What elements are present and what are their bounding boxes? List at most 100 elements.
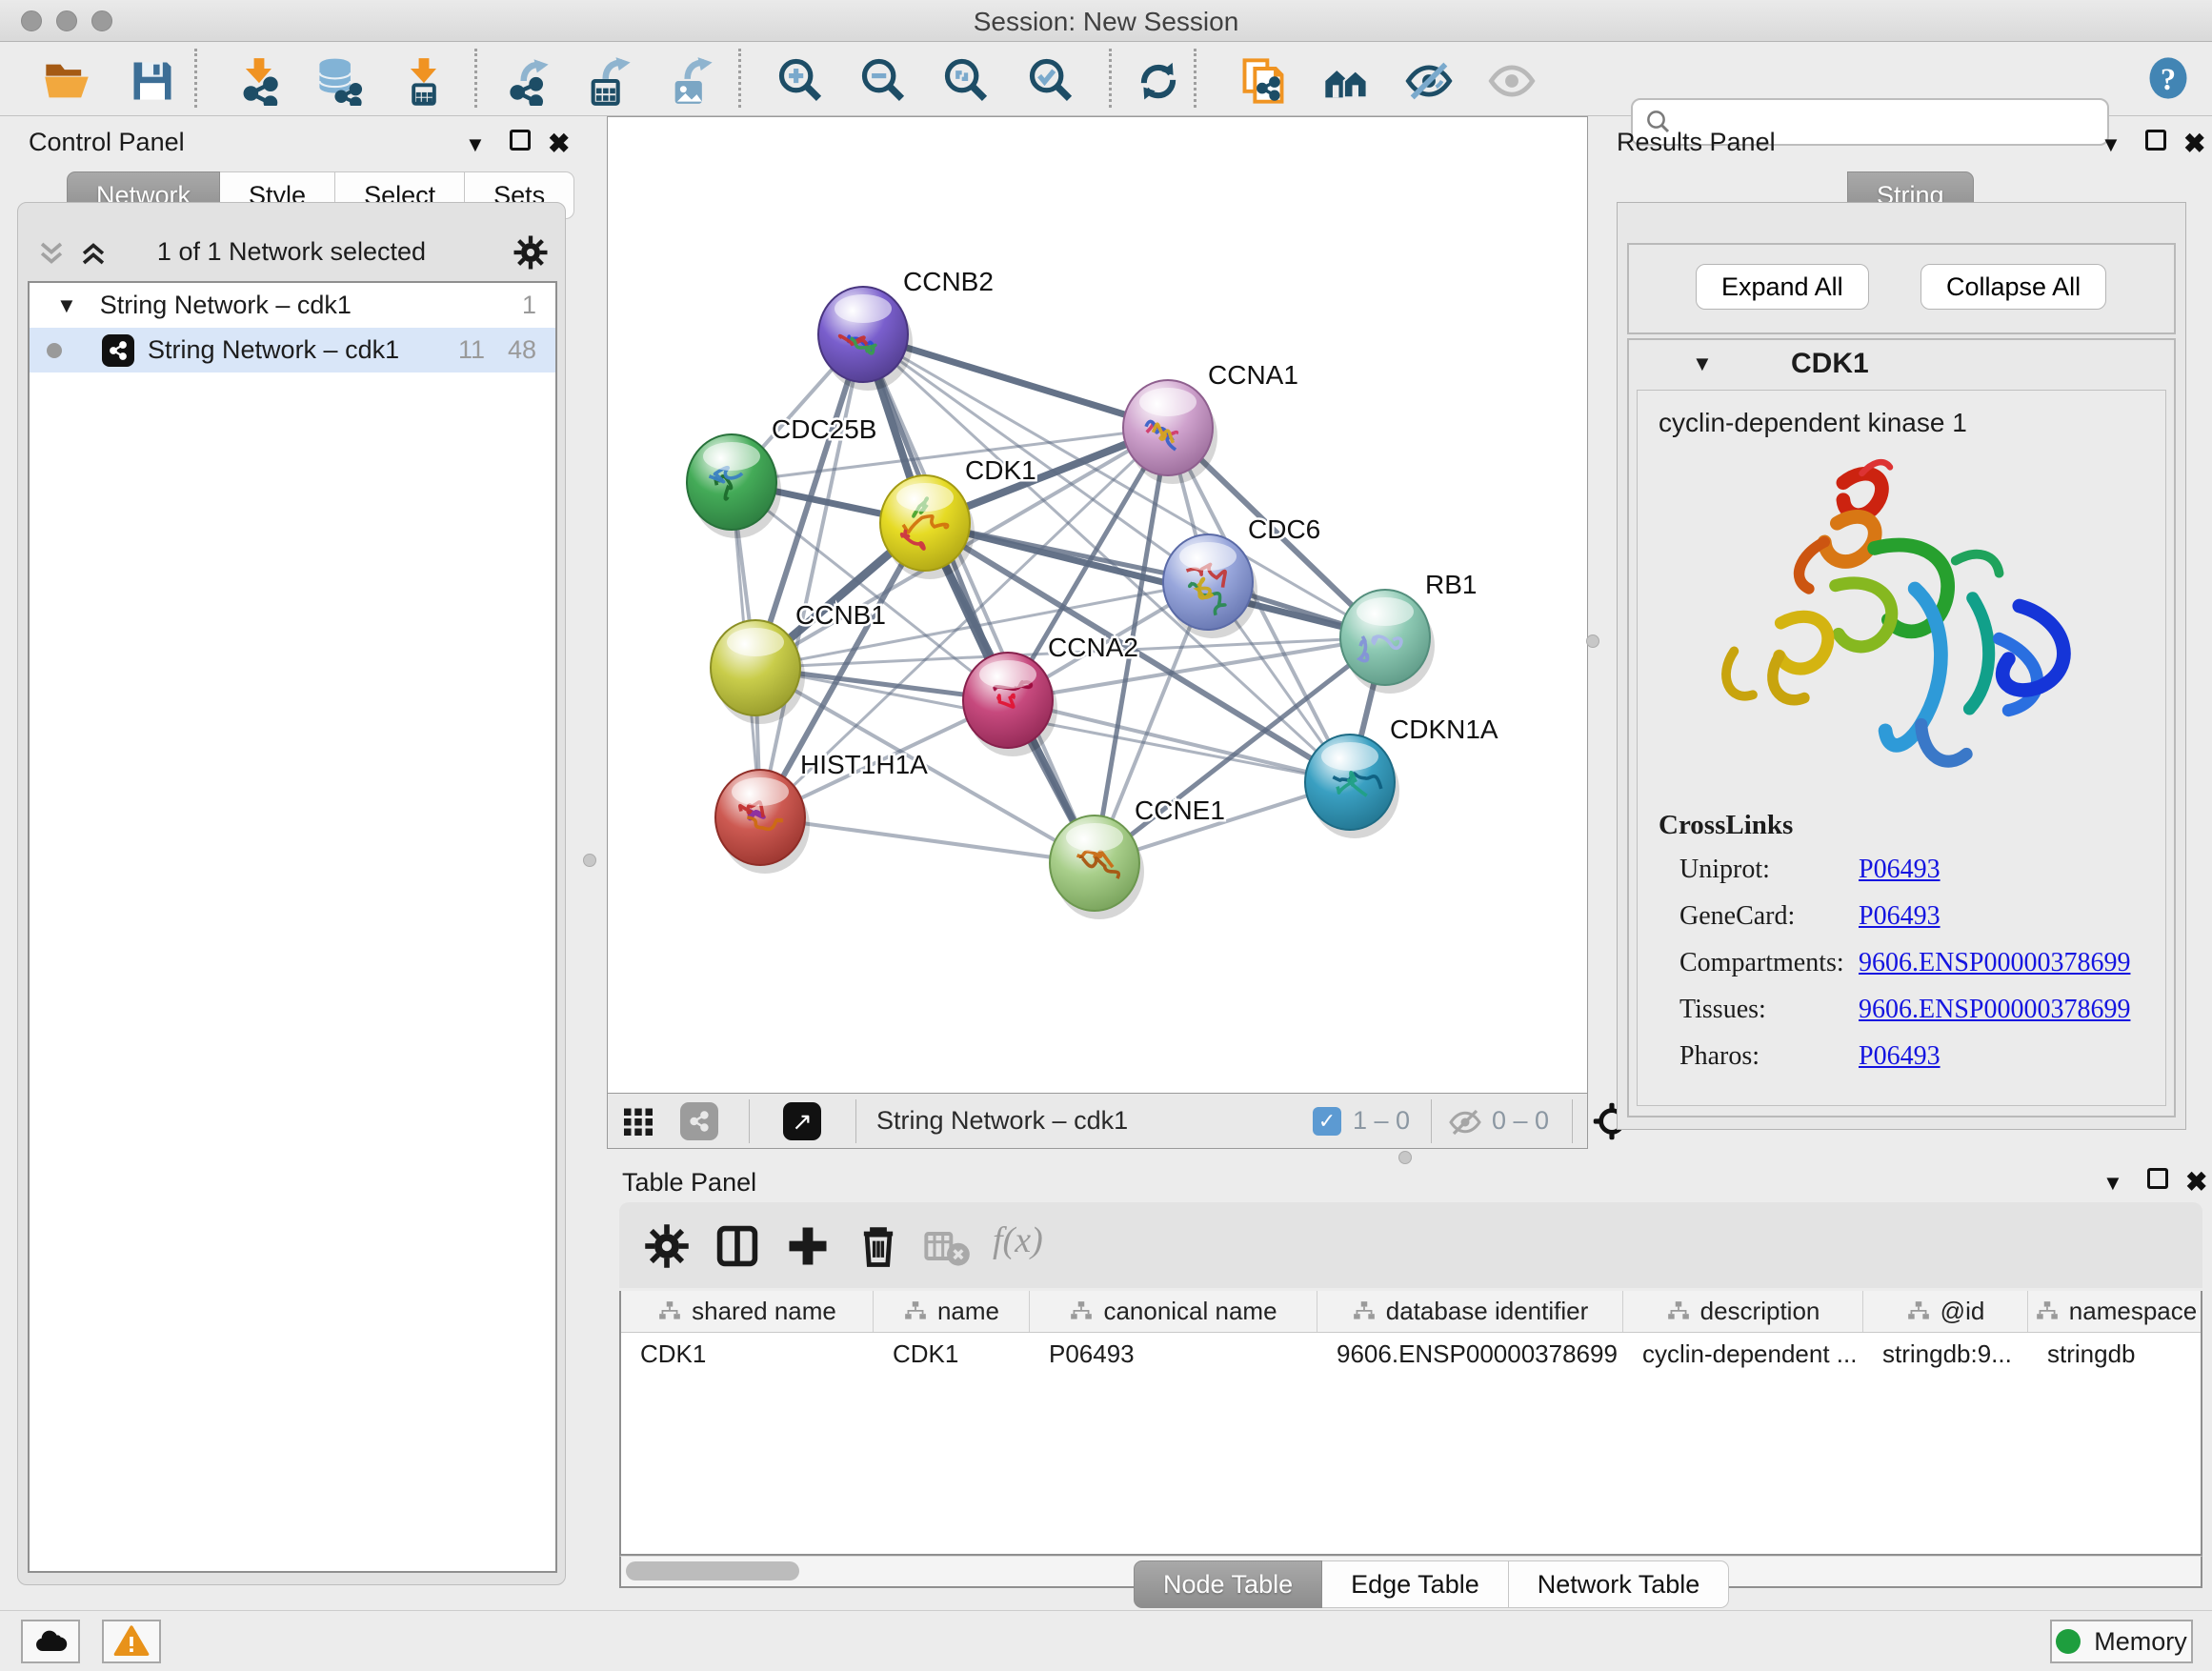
- column-header-name[interactable]: name: [874, 1291, 1030, 1332]
- help-button[interactable]: ?: [2143, 53, 2193, 103]
- selected-checkbox-icon[interactable]: ✓: [1313, 1107, 1341, 1136]
- zoom-selected-button[interactable]: [1026, 56, 1076, 106]
- crosslink-label: Tissues:: [1659, 995, 1859, 1025]
- network-share-icon[interactable]: [680, 1102, 718, 1140]
- network-collection-row[interactable]: ▼ String Network – cdk1 1: [30, 283, 555, 328]
- table-panel: Table Panel ▼ ✖ f(x) shared namenamecano…: [607, 1153, 2212, 1610]
- control-panel-maximize-button[interactable]: [510, 130, 531, 157]
- import-network-file-button[interactable]: [234, 56, 284, 106]
- results-panel-maximize-button[interactable]: [2145, 130, 2166, 157]
- column-header-description[interactable]: description: [1623, 1291, 1863, 1332]
- table-options-gear-icon[interactable]: [642, 1221, 692, 1271]
- crosslink-link[interactable]: 9606.ENSP00000378699: [1859, 995, 2130, 1025]
- export-image-button[interactable]: [667, 56, 716, 106]
- tree-expand-icon[interactable]: ▼: [56, 293, 77, 318]
- crosslink-row: Compartments:9606.ENSP00000378699: [1659, 948, 2154, 978]
- window-title: Session: New Session: [0, 7, 2212, 37]
- crosslink-link[interactable]: P06493: [1859, 901, 1941, 932]
- warnings-button[interactable]: [102, 1620, 161, 1663]
- results-panel-close-button[interactable]: ✖: [2183, 128, 2205, 159]
- memory-button[interactable]: Memory: [2050, 1620, 2193, 1663]
- clone-network-button[interactable]: [1238, 56, 1288, 106]
- export-table-button[interactable]: [585, 56, 634, 106]
- column-header-canonical-name[interactable]: canonical name: [1030, 1291, 1317, 1332]
- column-header-database-identifier[interactable]: database identifier: [1317, 1291, 1623, 1332]
- table-cell[interactable]: stringdb: [2028, 1333, 2202, 1375]
- memory-status-dot-icon: [2056, 1629, 2081, 1654]
- table-toolbar: f(x): [619, 1202, 2202, 1288]
- column-header-shared-name[interactable]: shared name: [621, 1291, 874, 1332]
- import-network-database-button[interactable]: [314, 56, 364, 106]
- entry-description: cyclin-dependent kinase 1: [1659, 408, 1967, 438]
- cloud-button[interactable]: [21, 1620, 80, 1663]
- collapse-all-button[interactable]: Collapse All: [1920, 264, 2106, 310]
- open-session-button[interactable]: [42, 56, 91, 106]
- table-cell[interactable]: CDK1: [874, 1333, 1030, 1375]
- node-label-CCNA2: CCNA2: [1048, 633, 1138, 662]
- tab-network-table[interactable]: Network Table: [1509, 1560, 1730, 1608]
- tab-node-table[interactable]: Node Table: [1134, 1560, 1322, 1608]
- function-builder-icon[interactable]: f(x): [993, 1219, 1043, 1261]
- refresh-button[interactable]: [1134, 56, 1183, 106]
- node-table: shared namenamecanonical namedatabase id…: [619, 1291, 2202, 1556]
- node-label-RB1: RB1: [1425, 570, 1477, 599]
- network-type-icon: [102, 334, 134, 367]
- table-cell[interactable]: CDK1: [621, 1333, 874, 1375]
- hide-selected-button[interactable]: [1404, 56, 1454, 106]
- left-splitter-handle[interactable]: [583, 854, 596, 867]
- show-all-button[interactable]: [1487, 56, 1537, 106]
- entry-gene-name: CDK1: [1791, 348, 1869, 380]
- table-cell[interactable]: stringdb:9...: [1863, 1333, 2028, 1375]
- import-table-button[interactable]: [399, 56, 449, 106]
- network-selected-count: 1 of 1 Network selected: [18, 237, 565, 267]
- crosslink-link[interactable]: P06493: [1859, 855, 1941, 885]
- save-session-button[interactable]: [128, 56, 177, 106]
- entry-collapse-icon[interactable]: ▼: [1692, 352, 1713, 376]
- column-header-namespace[interactable]: namespace: [2028, 1291, 2202, 1332]
- results-panel-float-button[interactable]: ▼: [2101, 131, 2122, 158]
- tab-edge-table[interactable]: Edge Table: [1322, 1560, 1509, 1608]
- first-neighbors-button[interactable]: [1321, 56, 1371, 106]
- network-node-CCNE1[interactable]: CCNE1: [1050, 795, 1225, 919]
- entry-header[interactable]: ▼ CDK1: [1629, 340, 2174, 386]
- open-in-window-icon[interactable]: ↗: [783, 1102, 821, 1140]
- zoom-fit-button[interactable]: [941, 56, 991, 106]
- delete-table-icon[interactable]: [922, 1221, 972, 1271]
- crosslink-link[interactable]: P06493: [1859, 1041, 1941, 1072]
- control-panel-float-button[interactable]: ▼: [465, 131, 486, 158]
- delete-column-trash-icon[interactable]: [854, 1221, 903, 1271]
- network-canvas[interactable]: CCNB2CCNA1CDC25BCDK1CDC6RB1CCNB1CCNA2CDK…: [607, 116, 1588, 1094]
- table-cell[interactable]: P06493: [1030, 1333, 1317, 1375]
- table-panel-float-button[interactable]: ▼: [2102, 1170, 2123, 1197]
- control-panel-close-button[interactable]: ✖: [548, 128, 570, 159]
- show-columns-icon[interactable]: [713, 1221, 762, 1271]
- network-options-gear-icon[interactable]: [512, 233, 550, 276]
- network-view-toolbar: ↗ String Network – cdk1 ✓ 1 – 0 0 – 0: [607, 1094, 1588, 1149]
- network-node-HIST1H1A[interactable]: HIST1H1A: [715, 750, 928, 874]
- network-node-CDC6[interactable]: CDC6: [1163, 514, 1320, 638]
- right-splitter-handle[interactable]: [1586, 634, 1599, 648]
- column-header-id[interactable]: @id: [1863, 1291, 2028, 1332]
- network-node-RB1[interactable]: RB1: [1340, 570, 1477, 694]
- entry-detail-box: cyclin-dependent kinase 1: [1637, 390, 2166, 1106]
- table-panel-close-button[interactable]: ✖: [2185, 1166, 2207, 1198]
- add-column-icon[interactable]: [783, 1221, 833, 1271]
- zoom-in-button[interactable]: [775, 56, 825, 106]
- network-view-name: String Network – cdk1: [876, 1106, 1128, 1136]
- birdseye-grid-icon[interactable]: [621, 1104, 655, 1143]
- crosslink-link[interactable]: 9606.ENSP00000378699: [1859, 948, 2130, 978]
- export-network-button[interactable]: [503, 56, 553, 106]
- network-node-CDKN1A[interactable]: CDKN1A: [1305, 715, 1498, 838]
- node-result-entry: ▼ CDK1 cyclin-dependent kinase 1: [1627, 338, 2176, 1117]
- table-panel-maximize-button[interactable]: [2147, 1168, 2168, 1196]
- table-panel-title: Table Panel: [622, 1168, 756, 1198]
- network-row[interactable]: String Network – cdk1 11 48: [30, 328, 555, 372]
- status-bar: Memory: [0, 1610, 2212, 1671]
- table-cell[interactable]: 9606.ENSP00000378699: [1317, 1333, 1623, 1375]
- table-cell[interactable]: cyclin-dependent ...: [1623, 1333, 1863, 1375]
- zoom-out-button[interactable]: [858, 56, 908, 106]
- table-row[interactable]: CDK1CDK1P064939606.ENSP00000378699cyclin…: [621, 1333, 2201, 1375]
- scrollbar-thumb[interactable]: [626, 1561, 799, 1580]
- expand-all-button[interactable]: Expand All: [1696, 264, 1869, 310]
- hidden-node-edge-count: 0 – 0: [1492, 1106, 1549, 1136]
